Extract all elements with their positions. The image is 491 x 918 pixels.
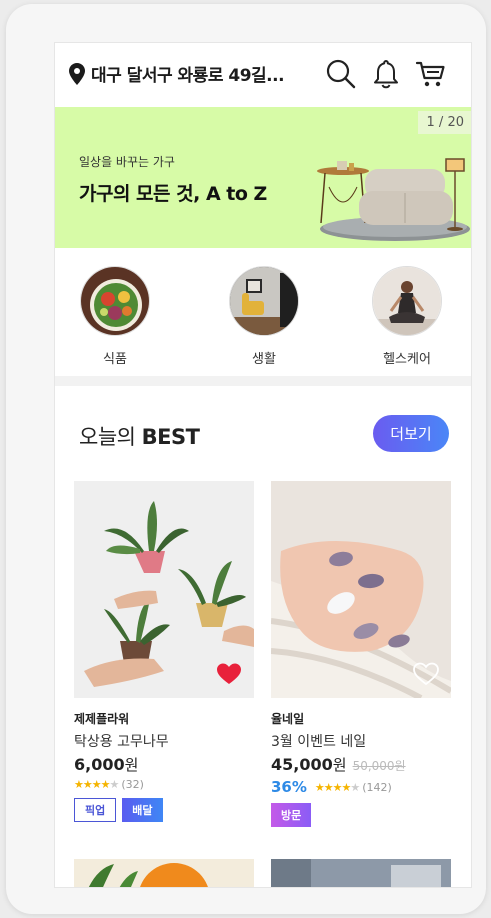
device-frame: 대구 달서구 와룡로 49길... 1 / 20 일상을 바꾸는 가구 가구의 … (6, 4, 486, 914)
category-healthcare[interactable]: 헬스케어 (362, 266, 452, 367)
top-header: 대구 달서구 와룡로 49길... (55, 43, 471, 107)
category-healthcare-image (372, 266, 442, 336)
category-food[interactable]: 식품 (70, 266, 160, 367)
location-pin-icon (69, 62, 85, 85)
pickup-tag[interactable]: 픽업 (74, 798, 117, 822)
delivery-tag[interactable]: 배달 (122, 798, 163, 822)
category-label: 생활 (252, 352, 276, 367)
cart-icon[interactable] (415, 58, 447, 90)
original-price: 50,000원 (352, 759, 406, 773)
discount-rate: 36% (271, 778, 307, 796)
product-brand: 율네일 (271, 712, 305, 726)
product-image (271, 481, 451, 698)
search-icon[interactable] (325, 58, 357, 90)
product-card-peek[interactable] (74, 859, 254, 887)
product-name: 탁상용 고무나무 (74, 734, 169, 750)
section-divider (55, 376, 471, 386)
product-price: 6,000 (74, 755, 125, 774)
bell-icon[interactable] (370, 58, 402, 90)
price-row: 45,000원 50,000원 (271, 754, 451, 775)
more-button[interactable]: 더보기 (373, 415, 449, 452)
product-brand: 제제플라워 (74, 712, 130, 726)
category-living[interactable]: 생활 (219, 266, 309, 367)
location-selector[interactable]: 대구 달서구 와룡로 49길... (69, 61, 285, 86)
delivery-tags: 픽업 배달 (74, 798, 254, 822)
category-label: 식품 (103, 352, 127, 367)
visit-tag[interactable]: 방문 (271, 803, 312, 827)
star-rating-icon: ★★★★★ (74, 778, 119, 791)
category-section: 식품 생활 헬스케어 (55, 248, 471, 376)
product-card-peek[interactable] (271, 859, 451, 887)
category-food-image (80, 266, 150, 336)
app-screen: 대구 달서구 와룡로 49길... 1 / 20 일상을 바꾸는 가구 가구의 … (54, 42, 472, 888)
category-living-image (229, 266, 299, 336)
currency-unit: 원 (124, 756, 139, 774)
heart-outline-icon[interactable] (413, 662, 439, 686)
rating-row: 36% ★★★★★ (142) (271, 778, 451, 796)
rating-row: ★★★★★ (32) (74, 778, 254, 791)
product-price: 45,000 (271, 755, 333, 774)
banner-subtitle: 일상을 바꾸는 가구 (79, 155, 175, 169)
banner-counter: 1 / 20 (417, 111, 471, 134)
best-title-bold: BEST (141, 425, 200, 449)
product-name: 3월 이벤트 네일 (271, 734, 367, 750)
star-rating-icon: ★★★★★ (314, 780, 360, 794)
review-count: (32) (121, 778, 144, 791)
category-label: 헬스케어 (383, 352, 431, 367)
promo-banner[interactable]: 1 / 20 일상을 바꾸는 가구 가구의 모든 것, A to Z (55, 107, 471, 248)
product-card[interactable]: 제제플라워 탁상용 고무나무 6,000원 ★★★★★ (32) 픽업 배달 (74, 481, 254, 822)
best-section-title: 오늘의 BEST (79, 421, 200, 451)
product-image (74, 481, 254, 698)
currency-unit: 원 (332, 756, 347, 774)
heart-icon[interactable] (216, 662, 242, 686)
banner-title: 가구의 모든 것, A to Z (79, 183, 267, 205)
best-title-prefix: 오늘의 (79, 425, 142, 449)
price-row: 6,000원 (74, 754, 254, 775)
delivery-tags: 방문 (271, 803, 451, 827)
review-count: (142) (362, 780, 392, 794)
location-text: 대구 달서구 와룡로 49길... (91, 66, 285, 86)
furniture-illustration (317, 158, 470, 241)
product-card[interactable]: 율네일 3월 이벤트 네일 45,000원 50,000원 36% ★★★★★ (… (271, 481, 451, 827)
